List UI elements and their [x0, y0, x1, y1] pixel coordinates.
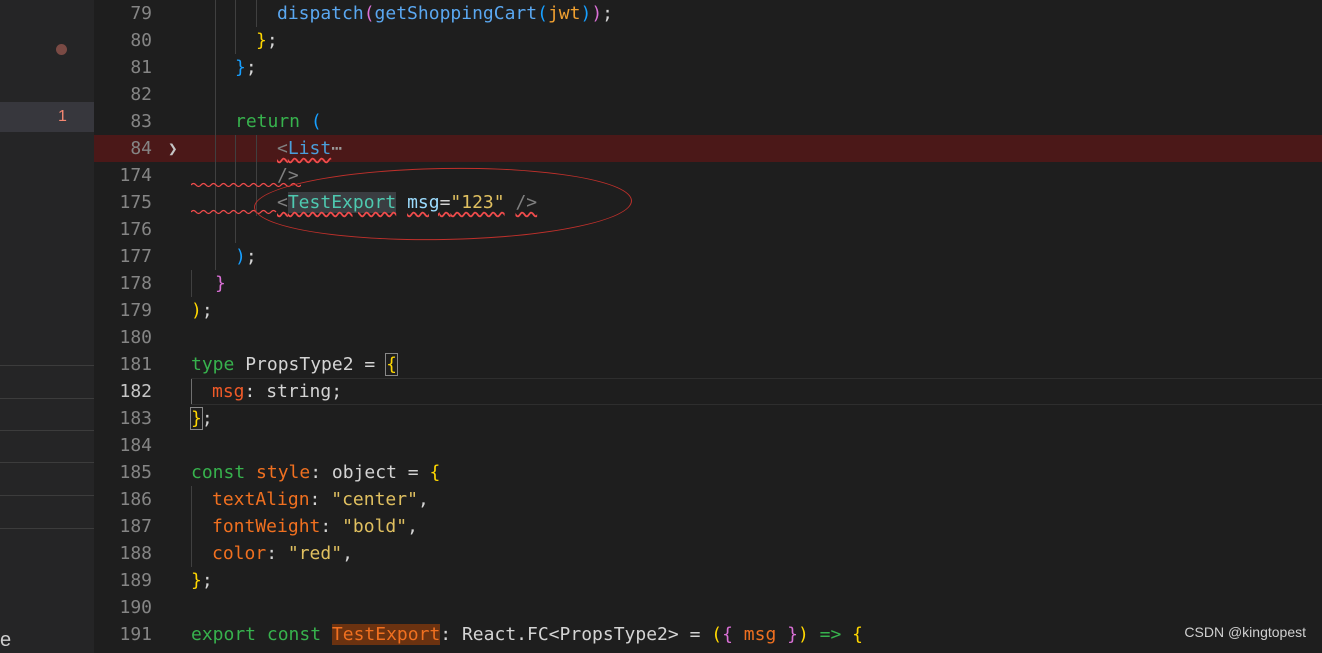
- line-number: 183: [119, 408, 152, 429]
- sidebar-trailing-text: e: [0, 629, 12, 651]
- code-text: }: [215, 273, 226, 294]
- code-text: );: [191, 300, 213, 321]
- line-number: 175: [119, 192, 152, 213]
- code-line[interactable]: 175 <TestExport msg="123" />: [94, 189, 1322, 216]
- line-number: 83: [130, 111, 152, 132]
- breakpoint-dot-icon[interactable]: [56, 44, 67, 55]
- line-number: 190: [119, 597, 152, 618]
- line-number: 80: [130, 30, 152, 51]
- divider: [0, 398, 94, 399]
- code-text: msg: string;: [212, 381, 343, 402]
- divider: [0, 495, 94, 496]
- code-line[interactable]: 191 export const TestExport: React.FC<Pr…: [94, 621, 1322, 648]
- code-line[interactable]: 79 dispatch(getShoppingCart(jwt));: [94, 0, 1322, 27]
- line-number: 178: [119, 273, 152, 294]
- line-number: 182: [119, 381, 152, 402]
- line-number: 180: [119, 327, 152, 348]
- code-line[interactable]: 177 );: [94, 243, 1322, 270]
- code-line[interactable]: 187 fontWeight: "bold",: [94, 513, 1322, 540]
- code-text: };: [235, 57, 257, 78]
- code-text: };: [190, 407, 213, 430]
- code-line[interactable]: 180: [94, 324, 1322, 351]
- code-line-current[interactable]: 182 msg: string;: [94, 378, 1322, 405]
- problems-item-selected[interactable]: [0, 102, 94, 132]
- line-number: 177: [119, 246, 152, 267]
- code-text: const style: object = {: [191, 462, 441, 483]
- watermark: CSDN @kingtopest: [1184, 624, 1306, 640]
- line-number: 84: [130, 138, 152, 159]
- code-line[interactable]: 181 type PropsType2 = {: [94, 351, 1322, 378]
- line-number: 81: [130, 57, 152, 78]
- code-text: fontWeight: "bold",: [212, 516, 418, 537]
- code-text: );: [235, 246, 257, 267]
- code-line[interactable]: 184: [94, 432, 1322, 459]
- side-panel: 1 e: [0, 0, 94, 653]
- code-text: };: [191, 570, 213, 591]
- code-line[interactable]: 186 textAlign: "center",: [94, 486, 1322, 513]
- line-number: 185: [119, 462, 152, 483]
- line-number: 189: [119, 570, 152, 591]
- code-text: return (: [235, 111, 322, 132]
- line-number: 176: [119, 219, 152, 240]
- code-line[interactable]: 183 };: [94, 405, 1322, 432]
- code-line[interactable]: 189 };: [94, 567, 1322, 594]
- code-line[interactable]: 82: [94, 81, 1322, 108]
- line-number: 188: [119, 543, 152, 564]
- code-line[interactable]: 185 const style: object = {: [94, 459, 1322, 486]
- code-text: type PropsType2 = {: [191, 353, 398, 376]
- line-number: 187: [119, 516, 152, 537]
- code-line[interactable]: 178 }: [94, 270, 1322, 297]
- divider: [0, 430, 94, 431]
- code-text: <TestExport msg="123" />: [277, 192, 538, 213]
- line-number: 79: [130, 3, 152, 24]
- problem-count-badge: 1: [58, 108, 67, 125]
- code-line[interactable]: 188 color: "red",: [94, 540, 1322, 567]
- code-line[interactable]: 179 );: [94, 297, 1322, 324]
- line-number: 184: [119, 435, 152, 456]
- code-text: dispatch(getShoppingCart(jwt));: [277, 3, 613, 24]
- line-number: 186: [119, 489, 152, 510]
- line-number: 181: [119, 354, 152, 375]
- code-text: <List⋯: [277, 138, 343, 159]
- error-squiggle: [191, 182, 301, 188]
- code-line[interactable]: 174 />: [94, 162, 1322, 189]
- divider: [0, 365, 94, 366]
- code-editor[interactable]: 79 dispatch(getShoppingCart(jwt)); 80 };…: [94, 0, 1322, 653]
- code-line[interactable]: 176: [94, 216, 1322, 243]
- code-text: export const TestExport: React.FC<PropsT…: [191, 624, 864, 645]
- code-line[interactable]: 81 };: [94, 54, 1322, 81]
- divider: [0, 462, 94, 463]
- line-number: 82: [130, 84, 152, 105]
- chevron-right-icon[interactable]: ❯: [168, 135, 178, 162]
- code-line[interactable]: 190: [94, 594, 1322, 621]
- line-number: 174: [119, 165, 152, 186]
- code-text: textAlign: "center",: [212, 489, 429, 510]
- code-line[interactable]: 80 };: [94, 27, 1322, 54]
- code-line[interactable]: 83 return (: [94, 108, 1322, 135]
- error-squiggle: [191, 209, 277, 215]
- line-number: 179: [119, 300, 152, 321]
- code-line-error[interactable]: 84 ❯ <List⋯: [94, 135, 1322, 162]
- divider: [0, 528, 94, 529]
- code-text: color: "red",: [212, 543, 353, 564]
- code-text: };: [256, 30, 278, 51]
- line-number: 191: [119, 624, 152, 645]
